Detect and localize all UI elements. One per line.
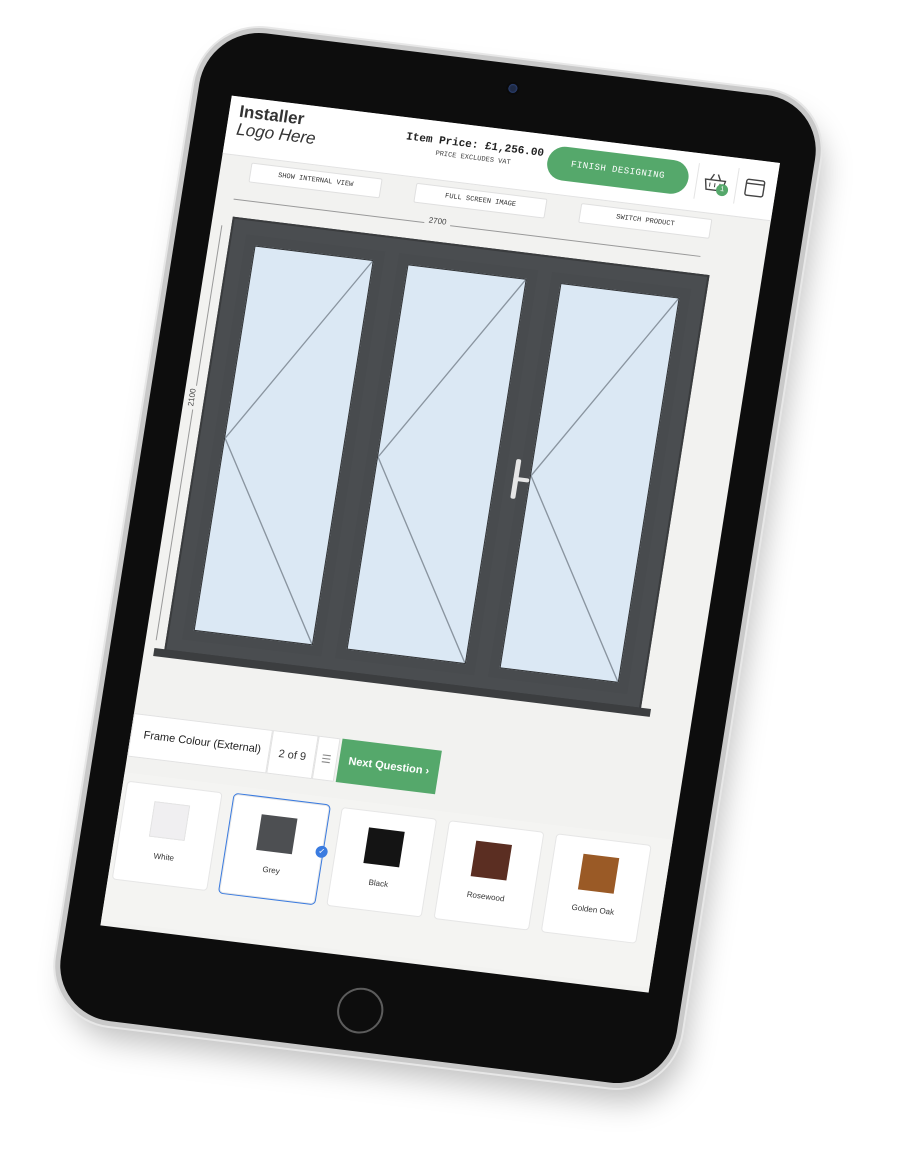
swatch-black[interactable]: Black: [326, 806, 438, 918]
swatch-golden-oak[interactable]: Golden Oak: [540, 833, 652, 944]
installer-logo: Installer Logo Here: [235, 102, 319, 148]
swatch-label: Grey: [261, 864, 281, 876]
basket-button[interactable]: 1: [693, 163, 736, 204]
chevron-right-icon: ›: [424, 765, 431, 778]
swatch-white[interactable]: White: [111, 780, 223, 892]
swatch-chip: [256, 814, 298, 855]
app-screen: Installer Logo Here Item Price: £1,256.0…: [100, 95, 781, 993]
swatch-chip: [363, 827, 405, 868]
home-button[interactable]: [333, 985, 387, 1037]
swatch-chip: [577, 853, 620, 894]
swatch-rosewood[interactable]: Rosewood: [433, 820, 545, 931]
swatch-grey[interactable]: Grey ✓: [218, 793, 330, 905]
finish-designing-button[interactable]: FINISH DESIGNING: [544, 144, 692, 196]
list-icon: ☰: [320, 753, 332, 767]
next-question-button[interactable]: Next Question ›: [335, 738, 442, 795]
height-dimension-label: 2100: [185, 385, 199, 410]
opening-indicator-icon: [530, 297, 679, 682]
swatch-chip: [470, 840, 513, 881]
basket-icon: [704, 173, 727, 192]
swatch-label: White: [152, 851, 175, 863]
swatch-label: Rosewood: [466, 889, 506, 904]
swatch-chip: [148, 801, 191, 842]
swatch-label: Golden Oak: [570, 902, 615, 917]
selected-check-icon: ✓: [314, 845, 329, 859]
price-block: Item Price: £1,256.00 PRICE EXCLUDES VAT: [403, 131, 546, 171]
door-handle-icon: [510, 458, 522, 500]
question-label-box: Frame Colour (External): [127, 712, 274, 774]
swatch-label: Black: [367, 877, 389, 890]
width-dimension-label: 2700: [424, 215, 452, 228]
window-icon: [744, 178, 766, 198]
bifold-door-frame: [164, 216, 710, 710]
window-view-button[interactable]: [733, 167, 776, 209]
question-label: Frame Colour (External): [142, 729, 262, 756]
camera-icon: [507, 83, 519, 94]
question-step-counter: 2 of 9: [266, 730, 319, 780]
next-question-label: Next Question: [347, 755, 424, 777]
tablet-device: Installer Logo Here Item Price: £1,256.0…: [51, 26, 825, 1090]
product-drawing: 2700 2100: [136, 185, 766, 766]
